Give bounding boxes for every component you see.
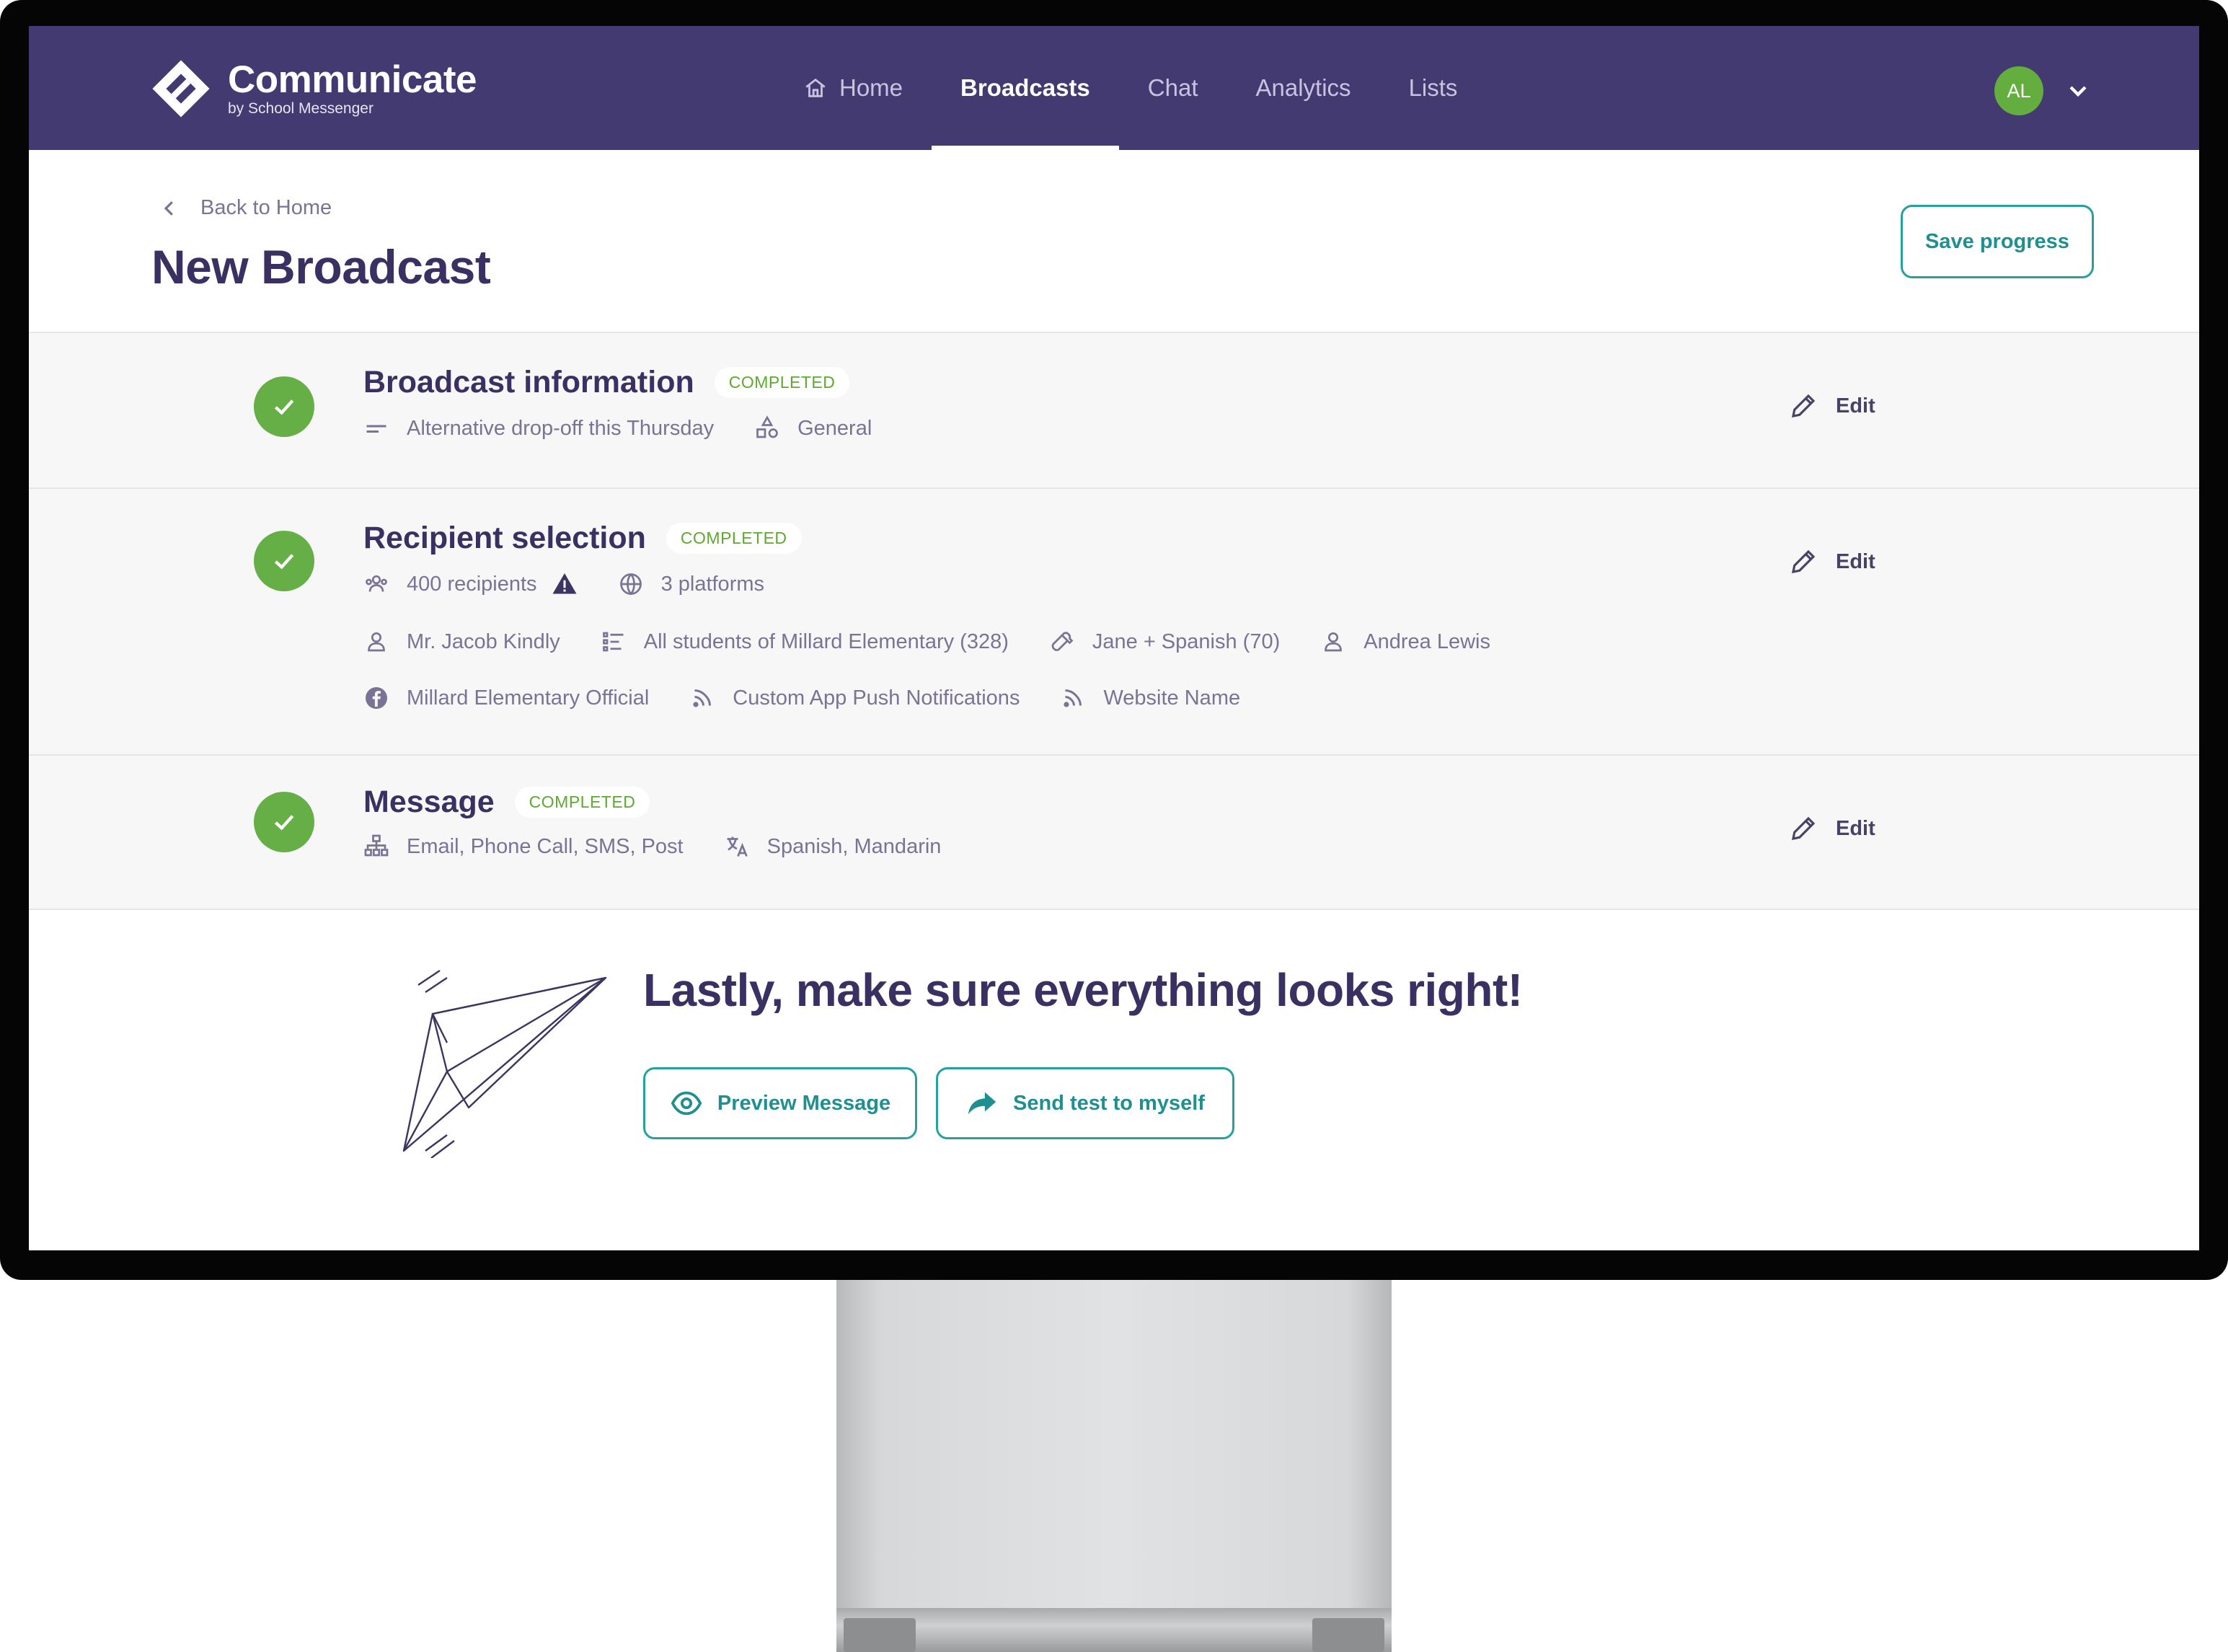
- status-badge: COMPLETED: [666, 523, 802, 554]
- translate-icon: [727, 836, 748, 857]
- recipient-item: Andrea Lewis: [1320, 629, 1490, 655]
- meta-channels: Email, Phone Call, SMS, Post: [363, 834, 684, 860]
- chevron-down-icon[interactable]: [2064, 76, 2092, 105]
- rss-icon: [1064, 689, 1082, 707]
- monitor-stand: [836, 1280, 1392, 1626]
- pencil-icon: [1791, 549, 1816, 574]
- nav-analytics-label: Analytics: [1255, 74, 1351, 101]
- nav-chat-label: Chat: [1147, 74, 1198, 101]
- final-check-title: Lastly, make sure everything looks right…: [643, 964, 1523, 1016]
- step-title: Recipient selection: [363, 521, 646, 555]
- edit-recipients-button[interactable]: Edit: [1788, 547, 1875, 577]
- nav-lists-label: Lists: [1408, 74, 1458, 101]
- step-recipient-selection: Recipient selection COMPLETED 400 recipi…: [29, 487, 2199, 754]
- meta-recipient-count: 400 recipients: [363, 571, 578, 597]
- chevron-left-icon: [164, 200, 173, 216]
- paper-plane-illustration: [402, 970, 607, 1158]
- monitor-stand-foot: [836, 1608, 1392, 1652]
- back-to-home-link[interactable]: Back to Home: [159, 196, 332, 220]
- nav-lists[interactable]: Lists: [1380, 26, 1487, 150]
- recipient-item: Mr. Jacob Kindly: [363, 629, 560, 655]
- subject-lines-icon: [366, 425, 386, 433]
- person-icon: [1325, 632, 1343, 652]
- top-nav: Communicate by School Messenger Home Bro…: [29, 26, 2199, 150]
- step-title: Broadcast information: [363, 365, 694, 399]
- wrench-icon: [1051, 632, 1074, 651]
- monitor-bezel: Communicate by School Messenger Home Bro…: [0, 0, 2228, 1280]
- back-label: Back to Home: [200, 196, 332, 219]
- list-icon: [602, 632, 624, 652]
- person-icon: [368, 632, 385, 652]
- app-logo[interactable]: Communicate by School Messenger: [150, 58, 477, 120]
- user-avatar[interactable]: AL: [1994, 66, 2043, 115]
- facebook-icon: [366, 687, 387, 709]
- step-title: Message: [363, 785, 495, 819]
- edit-message-button[interactable]: Edit: [1788, 813, 1875, 844]
- nav-home[interactable]: Home: [774, 26, 932, 150]
- meta-platform-count: 3 platforms: [618, 571, 764, 597]
- meta-languages: Spanish, Mandarin: [724, 834, 941, 860]
- app-screen: Communicate by School Messenger Home Bro…: [29, 26, 2199, 1250]
- warning-icon[interactable]: [552, 571, 578, 597]
- app-title: Communicate: [228, 58, 477, 101]
- rss-icon: [693, 689, 712, 707]
- meta-category: General: [754, 415, 872, 441]
- preview-message-button[interactable]: Preview Message: [643, 1067, 917, 1139]
- status-badge: COMPLETED: [514, 787, 650, 818]
- meta-subject: Alternative drop-off this Thursday: [363, 415, 714, 441]
- share-forward-icon: [968, 1092, 996, 1115]
- page-title: New Broadcast: [151, 240, 491, 293]
- communicate-logo-icon: [152, 60, 210, 118]
- people-icon: [366, 575, 387, 592]
- platform-item: Custom App Push Notifications: [689, 685, 1020, 711]
- step-broadcast-information: Broadcast information COMPLETED Alternat…: [29, 332, 2199, 487]
- app-subtitle: by School Messenger: [228, 100, 373, 117]
- pencil-icon: [1791, 394, 1816, 418]
- step-message: Message COMPLETED Email, Phone Call, SMS…: [29, 754, 2199, 910]
- category-shapes-icon: [756, 415, 778, 438]
- platform-item: Website Name: [1060, 685, 1240, 711]
- completed-check-icon: [254, 792, 314, 852]
- globe-icon: [619, 573, 642, 596]
- channels-icon: [364, 834, 389, 857]
- eye-icon: [671, 1091, 702, 1116]
- recipient-item: Jane + Spanish (70): [1049, 629, 1280, 655]
- completed-check-icon: [254, 531, 314, 591]
- recipient-item: All students of Millard Elementary (328): [601, 629, 1009, 655]
- nav-chat[interactable]: Chat: [1119, 26, 1227, 150]
- edit-broadcast-info-button[interactable]: Edit: [1788, 391, 1875, 421]
- nav-home-label: Home: [839, 74, 903, 101]
- nav-analytics[interactable]: Analytics: [1227, 26, 1380, 150]
- nav-broadcasts[interactable]: Broadcasts: [932, 26, 1119, 150]
- send-test-button[interactable]: Send test to myself: [936, 1067, 1234, 1139]
- nav-broadcasts-label: Broadcasts: [960, 74, 1090, 101]
- save-progress-button[interactable]: Save progress: [1901, 205, 2094, 278]
- status-badge: COMPLETED: [714, 367, 850, 398]
- completed-check-icon: [254, 376, 314, 437]
- pencil-icon: [1791, 816, 1816, 841]
- platform-item: Millard Elementary Official: [363, 685, 649, 711]
- home-icon: [805, 78, 826, 97]
- nav-links: Home Broadcasts Chat Analytics Lists: [774, 26, 1486, 150]
